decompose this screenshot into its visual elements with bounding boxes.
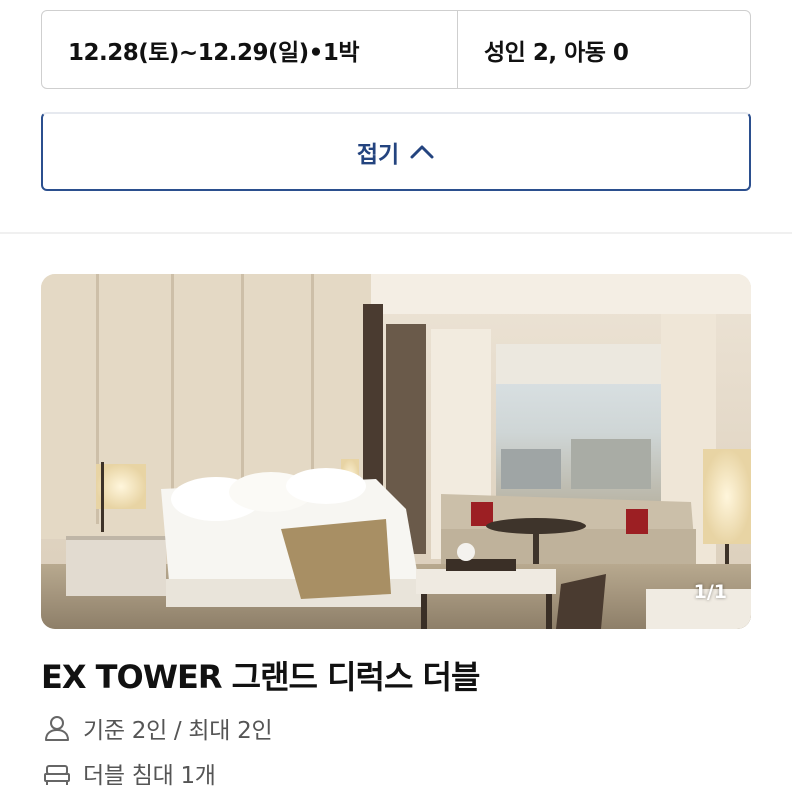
- room-title[interactable]: EX TOWER 그랜드 디럭스 더블: [41, 652, 480, 698]
- hotel-room-image: [41, 274, 751, 629]
- section-divider: [0, 232, 792, 234]
- date-range-field[interactable]: 12.28(토)~12.29(일)•1박: [42, 11, 458, 88]
- bed-info: 더블 침대 1개: [41, 756, 216, 790]
- photo-counter: 1/1: [693, 581, 727, 603]
- capacity-text: 기준 2인 / 최대 2인: [83, 718, 273, 744]
- bed-text: 더블 침대 1개: [83, 763, 216, 789]
- bed-icon: [41, 757, 73, 789]
- capacity-info: 기준 2인 / 최대 2인: [41, 711, 273, 745]
- search-summary-bar[interactable]: 12.28(토)~12.29(일)•1박 성인 2, 아동 0: [41, 10, 751, 89]
- person-icon: [41, 712, 73, 744]
- chevron-up-icon: [409, 144, 435, 160]
- collapse-button[interactable]: 접기: [41, 112, 751, 191]
- room-photo[interactable]: 1/1: [41, 274, 751, 629]
- guest-count-field[interactable]: 성인 2, 아동 0: [458, 11, 750, 88]
- collapse-label: 접기: [356, 141, 400, 168]
